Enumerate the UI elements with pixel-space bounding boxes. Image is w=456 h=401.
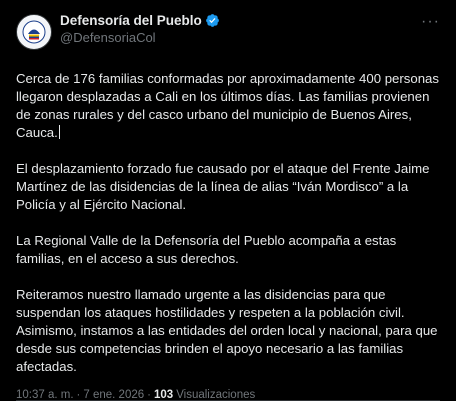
tweet-text: Cerca de 176 familias conformadas por ap… bbox=[16, 70, 440, 376]
tweet-paragraph-3: La Regional Valle de la Defensoría del P… bbox=[16, 233, 397, 266]
verified-badge-icon bbox=[205, 13, 220, 28]
tweet-header: Defensoría del Pueblo @DefensoriaCol ··· bbox=[16, 12, 440, 56]
tweet-paragraph-4: Reiteramos nuestro llamado urgente a las… bbox=[16, 287, 438, 374]
tweet-paragraph-1: Cerca de 176 familias conformadas por ap… bbox=[16, 71, 439, 140]
logo-icon bbox=[22, 20, 46, 44]
avatar[interactable] bbox=[16, 14, 52, 50]
author-names: Defensoría del Pueblo @DefensoriaCol bbox=[60, 12, 220, 46]
tweet: Defensoría del Pueblo @DefensoriaCol ···… bbox=[0, 0, 456, 401]
more-options-icon[interactable]: ··· bbox=[421, 14, 440, 30]
text-cursor bbox=[58, 125, 60, 139]
tweet-paragraph-2: El desplazamiento forzado fue causado po… bbox=[16, 161, 430, 212]
handle[interactable]: @DefensoriaCol bbox=[60, 29, 220, 46]
display-name[interactable]: Defensoría del Pueblo bbox=[60, 12, 202, 29]
